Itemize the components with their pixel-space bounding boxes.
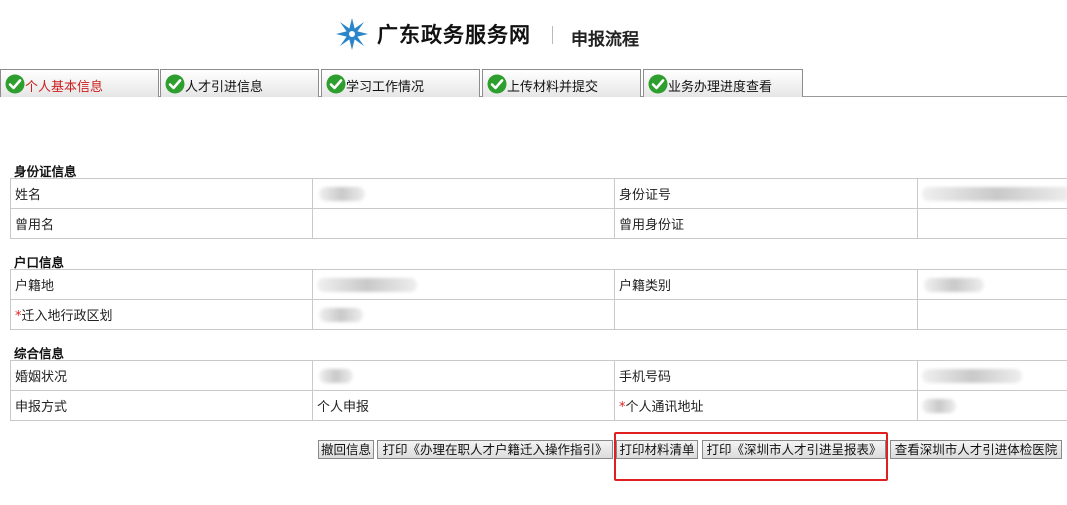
- empty-cell: [917, 299, 1067, 330]
- withdraw-button[interactable]: 撤回信息: [318, 440, 374, 459]
- name-value: [312, 178, 615, 209]
- check-icon: [165, 74, 185, 94]
- marital-status-value: [312, 360, 615, 391]
- household-type-value: [917, 269, 1067, 300]
- id-info-table: 姓名 身份证号 曾用名 曾用身份证: [10, 178, 1067, 239]
- logo-icon: [336, 18, 368, 50]
- tab-personal-info[interactable]: 个人基本信息: [0, 69, 159, 97]
- tab-label: 个人基本信息: [25, 80, 104, 95]
- field-label: *个人通讯地址: [614, 390, 918, 421]
- table-row: 婚姻状况 手机号码: [10, 360, 1067, 391]
- table-row: 姓名 身份证号: [10, 178, 1067, 209]
- table-row: 申报方式 个人申报 *个人通讯地址: [10, 390, 1067, 421]
- empty-cell: [614, 299, 918, 330]
- check-icon: [648, 74, 668, 94]
- former-name-value: [312, 208, 615, 239]
- field-label: 身份证号: [614, 178, 918, 209]
- field-label: 申报方式: [10, 390, 313, 421]
- household-location-value: [312, 269, 615, 300]
- tab-progress[interactable]: 业务办理进度查看: [643, 69, 803, 97]
- field-label: 户籍地: [10, 269, 313, 300]
- header: 广东政务服务网 申报流程: [0, 0, 1067, 62]
- view-hospital-button[interactable]: 查看深圳市人才引进体检医院: [890, 440, 1062, 459]
- table-row: 户籍地 户籍类别: [10, 269, 1067, 300]
- field-label: 户籍类别: [614, 269, 918, 300]
- page-title: 申报流程: [571, 30, 639, 50]
- tab-talent-info[interactable]: 人才引进信息: [160, 69, 319, 97]
- field-label: 手机号码: [614, 360, 918, 391]
- field-label: 婚姻状况: [10, 360, 313, 391]
- table-row: 曾用名 曾用身份证: [10, 208, 1067, 239]
- field-label: *迁入地行政区划: [10, 299, 313, 330]
- apply-method-value: 个人申报: [312, 390, 615, 421]
- address-value: [917, 390, 1067, 421]
- household-table: 户籍地 户籍类别 *迁入地行政区划: [10, 269, 1067, 330]
- tab-label: 上传材料并提交: [507, 80, 599, 95]
- tab-upload-submit[interactable]: 上传材料并提交: [482, 69, 641, 97]
- phone-value: [917, 360, 1067, 391]
- tab-label: 学习工作情况: [346, 80, 425, 95]
- table-row: *迁入地行政区划: [10, 299, 1067, 330]
- former-id-value: [917, 208, 1067, 239]
- tab-study-work[interactable]: 学习工作情况: [321, 69, 480, 97]
- tab-label: 业务办理进度查看: [668, 80, 773, 95]
- step-tabs: 个人基本信息 人才引进信息 学习工作情况 上传材料并提交 业务办理进度查看: [0, 68, 1067, 97]
- id-number-value: [917, 178, 1067, 209]
- header-divider: [552, 26, 553, 44]
- field-label: 姓名: [10, 178, 313, 209]
- brand-name: 广东政务服务网: [377, 23, 531, 47]
- check-icon: [5, 74, 25, 94]
- move-in-region-value: [312, 299, 615, 330]
- general-info-table: 婚姻状况 手机号码 申报方式 个人申报 *个人通讯地址: [10, 360, 1067, 421]
- highlight-box: [614, 432, 888, 481]
- field-label: 曾用身份证: [614, 208, 918, 239]
- check-icon: [487, 74, 507, 94]
- check-icon: [326, 74, 346, 94]
- print-guide-button[interactable]: 打印《办理在职人才户籍迁入操作指引》: [377, 440, 613, 459]
- tab-label: 人才引进信息: [185, 80, 264, 95]
- field-label: 曾用名: [10, 208, 313, 239]
